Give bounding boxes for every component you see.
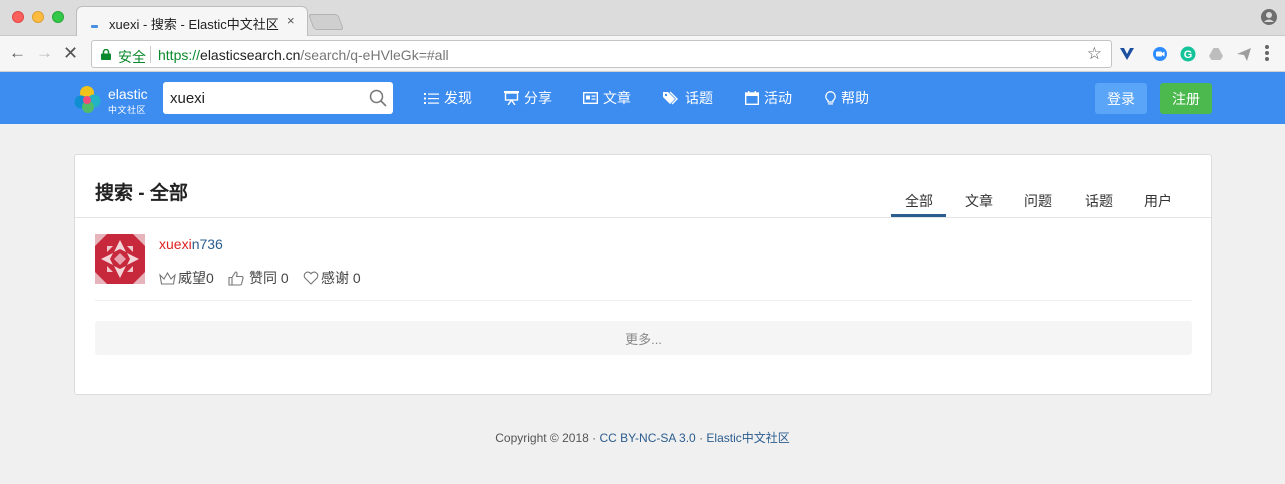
browser-tab-bar: xuexi - 搜索 - Elastic中文社区 × [0,0,1285,37]
nav-label: 活动 [764,90,792,106]
tab-questions[interactable]: 问题 [1024,191,1052,211]
nav-help[interactable]: 帮助 [825,88,869,108]
load-more-button[interactable]: 更多... [95,321,1192,355]
nav-articles[interactable]: 文章 [583,88,631,108]
menu-icon[interactable] [1265,45,1269,62]
stop-icon[interactable]: ✕ [63,44,78,62]
nav-label: 文章 [603,90,631,106]
extension-grammarly-icon[interactable]: G [1180,46,1196,62]
elastic-logo-icon[interactable] [73,85,102,114]
divider [150,46,151,63]
nav-topics[interactable]: 话题 [663,88,713,108]
list-icon [424,92,439,104]
back-icon[interactable]: ← [9,44,26,62]
nav-label: 分享 [524,90,552,106]
search-results-card: 搜索 - 全部 全部 文章 问题 话题 用户 xuexin736 威望 0 赞同 … [74,154,1212,395]
nav-events[interactable]: 活动 [745,88,792,108]
thanks-stat: 感谢 0 [303,268,361,288]
extension-v-icon[interactable] [1119,46,1135,62]
tab-topics[interactable]: 话题 [1085,191,1113,211]
url-text[interactable]: https://elasticsearch.cn/search/q-eHVleG… [158,47,449,63]
result-user-link[interactable]: xuexin736 [159,236,223,252]
crown-icon [159,271,176,285]
profile-icon[interactable] [1261,9,1277,25]
divider [95,300,1192,301]
address-bar[interactable]: 安全 https://elasticsearch.cn/search/q-eHV… [91,40,1112,68]
tab-all[interactable]: 全部 [905,191,933,211]
presentation-icon [504,91,519,105]
divider [75,217,1211,218]
tags-icon [663,91,678,105]
calendar-icon [745,91,759,105]
extension-send-icon[interactable] [1236,46,1252,62]
lightbulb-icon [825,90,836,104]
site-link[interactable]: Elastic中文社区 [706,431,789,445]
maximize-window-button[interactable] [52,11,64,23]
lock-icon [101,49,111,60]
extension-zoom-icon[interactable] [1152,46,1168,62]
footer-separator: · [695,431,707,445]
new-tab-button[interactable] [308,14,344,30]
copyright-text: Copyright © 2018 · [495,431,600,445]
avatar[interactable] [95,234,145,284]
tab-title: xuexi - 搜索 - Elastic中文社区 [109,17,279,32]
tab-close-icon[interactable]: × [287,13,295,28]
thumbs-up-icon [228,270,244,286]
secure-label: 安全 [118,49,146,65]
site-header: elastic 中文社区 发现 分享 文章 [0,72,1285,124]
nav-share[interactable]: 分享 [504,88,552,108]
nav-discover[interactable]: 发现 [424,88,472,108]
reputation-stat: 威望 0 [159,268,214,288]
login-button[interactable]: 登录 [1095,83,1147,114]
loading-icon [91,25,98,28]
browser-tab[interactable]: xuexi - 搜索 - Elastic中文社区 × [76,6,308,37]
register-button[interactable]: 注册 [1160,83,1212,114]
svg-text:G: G [1184,49,1193,61]
site-search [163,82,393,114]
tab-users[interactable]: 用户 [1144,191,1172,211]
close-window-button[interactable] [12,11,24,23]
search-icon[interactable] [369,89,387,107]
nav-label: 话题 [685,90,713,106]
license-link[interactable]: CC BY-NC-SA 3.0 [599,431,695,445]
minimize-window-button[interactable] [32,11,44,23]
logo-text[interactable]: elastic [108,86,148,102]
extension-drive-icon[interactable] [1208,46,1224,62]
article-icon [583,92,598,104]
page-title: 搜索 - 全部 [95,183,188,204]
nav-label: 帮助 [841,90,869,106]
search-input[interactable] [163,82,363,114]
footer: Copyright © 2018 · CC BY-NC-SA 3.0 · Ela… [0,429,1285,446]
forward-icon[interactable]: → [36,44,53,62]
browser-toolbar: ← → ✕ 安全 https://elasticsearch.cn/search… [0,36,1285,72]
logo-subtext[interactable]: 中文社区 [108,103,146,116]
agree-stat: 赞同 0 [228,268,289,288]
heart-icon [303,271,319,285]
nav-label: 发现 [444,90,472,106]
tab-articles[interactable]: 文章 [965,191,993,211]
star-icon[interactable]: ☆ [1087,44,1102,64]
